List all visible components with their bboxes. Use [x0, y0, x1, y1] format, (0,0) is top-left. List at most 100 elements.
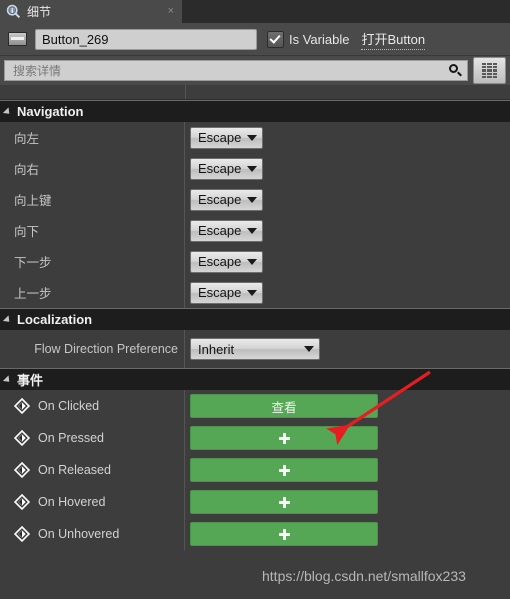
is-variable-label: Is Variable	[289, 31, 350, 47]
event-action-cell	[185, 458, 510, 482]
section-title: Navigation	[17, 104, 84, 119]
section-header-events[interactable]: 事件	[0, 368, 510, 390]
on-hovered-add-button[interactable]	[190, 490, 378, 514]
property-value: Escape	[185, 157, 510, 180]
tab-strip: 细节 ×	[0, 0, 510, 23]
combo-value: Escape	[198, 192, 242, 207]
search-input[interactable]	[11, 62, 448, 79]
plus-icon	[278, 432, 290, 444]
property-row: Flow Direction Preference Inherit	[0, 330, 510, 368]
combo-value: Escape	[198, 130, 242, 145]
chevron-down-icon	[2, 106, 13, 117]
event-row: On Released	[0, 454, 510, 486]
tab-details[interactable]: 细节 ×	[0, 0, 182, 23]
event-name: On Hovered	[38, 495, 106, 509]
chevron-down-icon	[247, 134, 258, 141]
property-row: 向左 Escape	[0, 122, 510, 153]
navigation-rows: 向左 Escape 向右 Escape 向上键 Escape 向下 Escape…	[0, 122, 510, 308]
event-name: On Unhovered	[38, 527, 120, 541]
navigation-down-combo[interactable]: Escape	[190, 219, 264, 242]
navigation-up-combo[interactable]: Escape	[190, 188, 264, 211]
event-name: On Pressed	[38, 431, 105, 445]
tab-strip-empty	[182, 0, 510, 23]
event-label-cell: On Unhovered	[0, 518, 185, 550]
chevron-down-icon	[304, 346, 314, 352]
chevron-down-icon	[247, 289, 258, 296]
event-row: On Unhovered	[0, 518, 510, 550]
tab-label: 细节	[27, 5, 52, 19]
event-row: On Clicked 查看	[0, 390, 510, 422]
navigation-right-combo[interactable]: Escape	[190, 157, 264, 180]
combo-value: Escape	[198, 161, 242, 176]
property-value: Escape	[185, 281, 510, 304]
search-row	[0, 56, 510, 85]
grid-view-button[interactable]	[473, 57, 506, 84]
chevron-down-icon	[2, 314, 13, 325]
is-variable-group[interactable]: Is Variable	[267, 30, 350, 48]
event-label-cell: On Clicked	[0, 390, 185, 422]
property-value: Escape	[185, 126, 510, 149]
section-header-localization[interactable]: Localization	[0, 308, 510, 330]
on-pressed-add-button[interactable]	[190, 426, 378, 450]
event-name: On Released	[38, 463, 111, 477]
property-row: 向下 Escape	[0, 215, 510, 246]
localization-rows: Flow Direction Preference Inherit	[0, 330, 510, 368]
chevron-down-icon	[2, 374, 13, 385]
event-diamond-icon	[13, 397, 31, 415]
details-panel: 细节 × Is Variable 打开Button Navigation	[0, 0, 510, 599]
event-row: On Hovered	[0, 486, 510, 518]
event-action-cell: 查看	[185, 394, 510, 418]
property-label: Flow Direction Preference	[0, 330, 185, 368]
event-action-cell	[185, 490, 510, 514]
grid-view-icon	[482, 63, 497, 78]
property-label: 向上键	[0, 184, 185, 215]
plus-icon	[278, 464, 290, 476]
on-released-add-button[interactable]	[190, 458, 378, 482]
section-title: Localization	[17, 312, 93, 327]
property-label: 向下	[0, 215, 185, 246]
event-diamond-icon	[13, 429, 31, 447]
navigation-next-combo[interactable]: Escape	[190, 250, 264, 273]
plus-icon	[278, 496, 290, 508]
panel-divider	[0, 85, 510, 100]
event-action-cell	[185, 522, 510, 546]
event-label-cell: On Pressed	[0, 422, 185, 454]
open-button-link[interactable]: 打开Button	[361, 29, 426, 50]
event-diamond-icon	[13, 525, 31, 543]
event-rows: On Clicked 查看 On Pressed On Released On …	[0, 390, 510, 550]
chevron-down-icon	[247, 196, 258, 203]
property-label: 向左	[0, 122, 185, 153]
combo-value: Escape	[198, 223, 242, 238]
property-value: Inherit	[185, 338, 510, 360]
property-row: 下一步 Escape	[0, 246, 510, 277]
property-label: 向右	[0, 153, 185, 184]
plus-icon	[278, 528, 290, 540]
chevron-down-icon	[247, 258, 258, 265]
details-search-icon	[6, 4, 21, 19]
navigation-previous-combo[interactable]: Escape	[190, 281, 264, 304]
button-label: 查看	[271, 400, 297, 415]
on-unhovered-add-button[interactable]	[190, 522, 378, 546]
property-value: Escape	[185, 188, 510, 211]
event-row: On Pressed	[0, 422, 510, 454]
property-value: Escape	[185, 250, 510, 273]
search-icon	[448, 63, 463, 78]
combo-value: Escape	[198, 254, 242, 269]
chevron-down-icon	[247, 165, 258, 172]
property-label: 下一步	[0, 246, 185, 277]
search-box[interactable]	[4, 60, 468, 81]
property-row: 向上键 Escape	[0, 184, 510, 215]
section-title: 事件	[17, 373, 44, 388]
event-diamond-icon	[13, 493, 31, 511]
combo-value: Inherit	[198, 341, 235, 357]
flow-direction-combo[interactable]: Inherit	[190, 338, 320, 360]
is-variable-checkbox[interactable]	[267, 30, 284, 48]
section-header-navigation[interactable]: Navigation	[0, 100, 510, 122]
widget-name-input[interactable]	[35, 28, 257, 50]
navigation-left-combo[interactable]: Escape	[190, 126, 264, 149]
on-clicked-view-button[interactable]: 查看	[190, 394, 378, 418]
event-diamond-icon	[13, 461, 31, 479]
close-icon[interactable]: ×	[166, 6, 176, 17]
event-action-cell	[185, 426, 510, 450]
property-label: 上一步	[0, 277, 185, 308]
